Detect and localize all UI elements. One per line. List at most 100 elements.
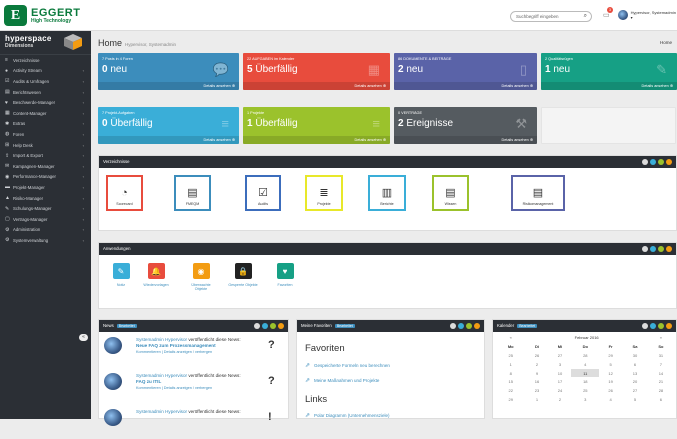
favorite-link-1[interactable]: ⇗ Gespeicherte Formeln neu berechnen [305,362,390,369]
calendar-day[interactable]: 31 [648,351,674,360]
sidebar-item-beschwerde-manager[interactable]: ♥ Beschwerde-Manager ‹ [0,97,91,108]
news-meta-links[interactable]: Kommentieren | Details anzeigen / verber… [136,386,212,390]
close-dot-icon[interactable] [666,159,672,165]
sidebar-item-import-export[interactable]: ⇪ Import & Export ‹ [0,150,91,161]
calendar-day[interactable]: 16 [525,377,548,386]
search-icon[interactable]: ⌕ [584,13,587,20]
stat-tile-5[interactable]: 7 Projekt-Aufgaben 0 Überfällig ≡ Details a… [98,107,239,144]
calendar-day[interactable]: 24 [548,386,571,395]
sidebar-item-schulungs-manager[interactable]: ✎ Schulungs-Manager ‹ [0,203,91,214]
calendar-day[interactable]: 26 [599,386,622,395]
tile-details-link[interactable]: Details ansehen ⊕ [243,136,390,144]
tile-details-link[interactable]: Details ansehen ⊕ [243,82,390,90]
calendar-day[interactable]: 18 [571,377,599,386]
calendar-day[interactable]: 4 [571,360,599,369]
stat-tile-6[interactable]: 1 Projekte 1 Überfällig ≡ Details ansehen ⊕ [243,107,390,144]
sidebar-item-performance-manager[interactable]: ◉ Performance-Manager ‹ [0,172,91,183]
breadcrumb[interactable]: Home [660,40,672,45]
news-meta-links[interactable]: Kommentieren | Details anzeigen / verber… [136,350,212,354]
stat-tile-7[interactable]: 0 VERTRÄGE 2 Ereignisse ⚒ Details ansehen ⊕ [394,107,537,144]
directory-risikomanagement[interactable]: ▤ Risikomanagement [511,175,565,211]
sidebar-item-vertrags-manager[interactable]: ▢ Vertrags-Manager ‹ [0,214,91,225]
sidebar-item-foren[interactable]: ◍ Foren ‹ [0,129,91,140]
calendar-day[interactable]: 3 [571,395,599,404]
collapse-dot-icon[interactable] [254,323,260,329]
favorite-link-2[interactable]: ⇗ Meine Maßnahmen und Projekte [305,377,379,384]
news-author-link[interactable]: Systemadmin Hypervisor [136,409,187,414]
calendar-day[interactable]: 23 [525,386,548,395]
link-item-1[interactable]: ⇗ Polar Diagramm (Unternehmensziele) [305,412,390,419]
directory-scorecard[interactable]: ◔ Scorecard [106,175,143,211]
eggert-logo[interactable]: E EGGERT High Technology [4,5,84,26]
sidebar-item-verzeichnisse[interactable]: ≡ Verzeichnisse [0,55,91,66]
directory-audits[interactable]: ☑ Audits [245,175,281,211]
app-notiz[interactable]: ✎ Notiz [106,263,136,287]
close-dot-icon[interactable] [666,246,672,252]
calendar-day[interactable]: 6 [648,395,674,404]
settings-dot-icon[interactable] [658,159,664,165]
sidebar-item-administration[interactable]: ⚙ Administration ‹ [0,225,91,236]
tile-details-link[interactable]: Details ansehen ⊕ [394,136,537,144]
calendar-day[interactable]: 2 [548,395,571,404]
app--berwachte-objekte[interactable]: ◉ Überwachte Objekte [186,263,216,292]
sidebar-item-kampagnen-manager[interactable]: ✉ Kampagnen-Manager ‹ [0,161,91,172]
calendar-day[interactable]: 4 [599,395,622,404]
calendar-day[interactable]: 14 [648,369,674,378]
refresh-dot-icon[interactable] [650,323,656,329]
sidebar-item-systemverwaltung[interactable]: ⚙ Systemverwaltung ‹ [0,235,91,246]
news-item[interactable]: Systemadmin Hypervisor veröffentlicht di… [104,373,284,403]
calendar-day[interactable]: 27 [548,351,571,360]
tile-details-link[interactable]: Details ansehen ⊕ [98,82,239,90]
news-author-link[interactable]: Systemadmin Hypervisor [136,373,187,378]
settings-dot-icon[interactable] [658,323,664,329]
close-dot-icon[interactable] [278,323,284,329]
calendar-day[interactable]: 19 [599,377,622,386]
collapse-dot-icon[interactable] [642,159,648,165]
refresh-dot-icon[interactable] [458,323,464,329]
calendar-day[interactable]: 20 [622,377,648,386]
calendar-day[interactable]: 12 [599,369,622,378]
calendar-day[interactable]: 5 [622,395,648,404]
calendar-day[interactable]: 2 [525,360,548,369]
sidebar-collapse-button[interactable]: « [79,334,88,341]
calendar-day[interactable]: 30 [622,351,648,360]
calendar-day[interactable]: 1 [525,395,548,404]
sidebar-item-extras[interactable]: ✱ Extras ‹ [0,119,91,130]
calendar-day[interactable]: 21 [648,377,674,386]
news-headline[interactable]: Neue FAQ zum Prozessmanagement [136,343,216,348]
stat-tile-1[interactable]: 7 Posts in 4 Foren 0 neu 💬 Details ansehen … [98,53,239,90]
calendar-day[interactable]: 22 [496,386,525,395]
refresh-dot-icon[interactable] [650,246,656,252]
calendar-day[interactable]: 29 [496,395,525,404]
calendar-day[interactable]: 27 [622,386,648,395]
sidebar-item-content-manager[interactable]: ▦ Content-Manager ‹ [0,108,91,119]
calendar-day[interactable]: 28 [648,386,674,395]
calendar-day[interactable]: 25 [571,386,599,395]
stat-tile-4[interactable]: 2 Qualitätsrügen 1 neu ✎ Details ansehen ⊕ [541,53,677,90]
user-menu[interactable]: Hypervisor, Systemadmin ▾ [618,10,677,20]
refresh-dot-icon[interactable] [262,323,268,329]
app-gesperrte-objekte[interactable]: 🔒 Gesperrte Objekte [228,263,258,287]
refresh-dot-icon[interactable] [650,159,656,165]
sidebar-item-activity-stream[interactable]: ● Activity Stream ‹ [0,66,91,77]
app-wiedervorlagen[interactable]: 🔔 Wiedervorlagen [141,263,171,287]
close-dot-icon[interactable] [666,323,672,329]
calendar-day[interactable]: 25 [496,351,525,360]
collapse-dot-icon[interactable] [642,323,648,329]
news-item[interactable]: Systemadmin Hypervisor veröffentlicht di… [104,337,284,367]
calendar-day[interactable]: 13 [622,369,648,378]
news-headline[interactable]: FAQ zu ITIL [136,379,161,384]
calendar-next-button[interactable]: » [648,333,674,342]
calendar-day[interactable]: 26 [525,351,548,360]
calendar-day[interactable]: 28 [571,351,599,360]
stat-tile-2[interactable]: 22 AUFGABEN im Kalender 5 Überfällig ▦ Deta… [243,53,390,90]
collapse-dot-icon[interactable] [642,246,648,252]
calendar-day[interactable]: 29 [599,351,622,360]
calendar-day[interactable]: 11 [571,368,600,378]
news-item[interactable]: Systemadmin Hypervisor veröffentlicht di… [104,409,284,439]
sidebar-item-berichtswesen[interactable]: ▤ Berichtswesen ‹ [0,87,91,98]
sidebar-item-audits-umfragen[interactable]: ☑ Audits & Umfragen ‹ [0,76,91,87]
settings-dot-icon[interactable] [270,323,276,329]
calendar-day[interactable]: 7 [648,360,674,369]
tile-details-link[interactable]: Details ansehen ⊕ [98,136,239,144]
